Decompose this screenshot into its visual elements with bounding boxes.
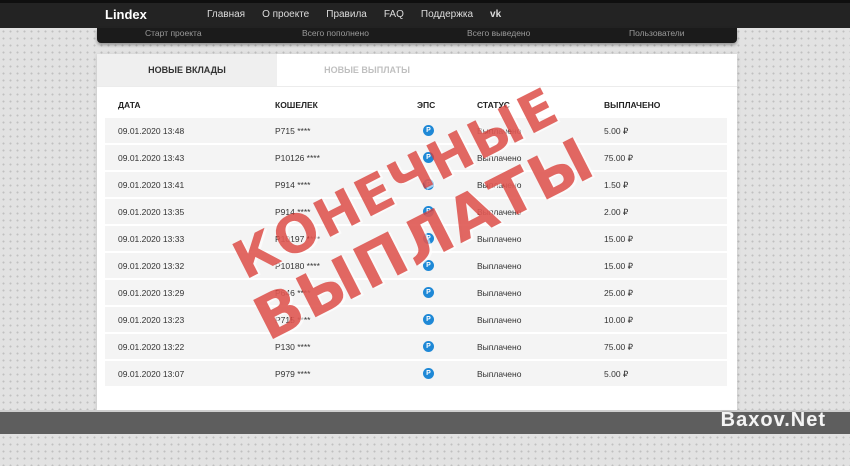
- row-date: 09.01.2020 13:29: [118, 288, 185, 298]
- table-row: 09.01.2020 13:07 P979 **** P Выплачено 5…: [105, 361, 727, 386]
- row-amount: 5.00 ₽: [604, 369, 629, 379]
- row-wallet: P10197 ****: [275, 234, 320, 244]
- row-amount: 1.50 ₽: [604, 180, 629, 190]
- tabs: НОВЫЕ ВКЛАДЫ НОВЫЕ ВЫПЛАТЫ: [97, 54, 737, 87]
- watermark: Baxov.Net: [720, 409, 826, 431]
- col-wallet: КОШЕЛЕК: [275, 100, 318, 110]
- row-wallet: P914 ****: [275, 207, 311, 217]
- stat-withdrawn-label: Всего выведено: [467, 28, 531, 38]
- nav-support[interactable]: Поддержка: [421, 9, 473, 20]
- row-date: 09.01.2020 13:35: [118, 207, 185, 217]
- table-row: 09.01.2020 13:22 P130 **** P Выплачено 7…: [105, 334, 727, 359]
- row-amount: 15.00 ₽: [604, 234, 634, 244]
- table-row: 09.01.2020 13:23 P715 **** P Выплачено 1…: [105, 307, 727, 332]
- payeer-icon: P: [423, 233, 434, 244]
- row-wallet: P979 ****: [275, 369, 311, 379]
- row-status: Выплачено: [477, 234, 522, 244]
- stat-users-label: Пользователи: [629, 28, 685, 38]
- table-row: 09.01.2020 13:48 P715 **** P Выплачено 5…: [105, 118, 727, 143]
- transactions-panel: НОВЫЕ ВКЛАДЫ НОВЫЕ ВЫПЛАТЫ ДАТА КОШЕЛЕК …: [97, 54, 737, 410]
- row-status: Выплачено: [477, 261, 522, 271]
- row-wallet: P914 ****: [275, 180, 311, 190]
- nav-home[interactable]: Главная: [207, 9, 245, 20]
- table-body: 09.01.2020 13:48 P715 **** P Выплачено 5…: [105, 118, 727, 388]
- tab-new-deposits[interactable]: НОВЫЕ ВКЛАДЫ: [97, 54, 277, 86]
- nav-rules[interactable]: Правила: [326, 9, 367, 20]
- row-status: Выплачено: [477, 342, 522, 352]
- row-amount: 75.00 ₽: [604, 153, 634, 163]
- row-date: 09.01.2020 13:43: [118, 153, 185, 163]
- row-status: Выплачено: [477, 315, 522, 325]
- row-wallet: P715 ****: [275, 315, 311, 325]
- table-row: 09.01.2020 13:41 P914 **** P Выплачено 1…: [105, 172, 727, 197]
- stat-start-label: Старт проекта: [145, 28, 202, 38]
- row-wallet: P715 ****: [275, 126, 311, 136]
- payeer-icon: P: [423, 152, 434, 163]
- row-amount: 2.00 ₽: [604, 207, 629, 217]
- row-wallet: P646 ****: [275, 288, 311, 298]
- row-status: Выплачено: [477, 207, 522, 217]
- stat-deposited-label: Всего пополнено: [302, 28, 369, 38]
- row-amount: 25.00 ₽: [604, 288, 634, 298]
- vk-icon[interactable]: vk: [490, 9, 501, 20]
- site-logo[interactable]: Lindex: [105, 7, 147, 22]
- col-status: СТАТУС: [477, 100, 510, 110]
- payeer-icon: P: [423, 206, 434, 217]
- table-row: 09.01.2020 13:33 P10197 **** P Выплачено…: [105, 226, 727, 251]
- table-row: 09.01.2020 13:32 P10180 **** P Выплачено…: [105, 253, 727, 278]
- payeer-icon: P: [423, 287, 434, 298]
- nav-faq[interactable]: FAQ: [384, 9, 404, 20]
- col-paid: ВЫПЛАЧЕНО: [604, 100, 661, 110]
- row-amount: 75.00 ₽: [604, 342, 634, 352]
- stats-bar: Старт проекта Всего пополнено Всего выве…: [97, 28, 737, 43]
- table-row: 09.01.2020 13:35 P914 **** P Выплачено 2…: [105, 199, 727, 224]
- tab-new-payouts[interactable]: НОВЫЕ ВЫПЛАТЫ: [277, 54, 457, 86]
- payeer-icon: P: [423, 260, 434, 271]
- row-date: 09.01.2020 13:32: [118, 261, 185, 271]
- row-wallet: P10180 ****: [275, 261, 320, 271]
- payeer-icon: P: [423, 179, 434, 190]
- row-amount: 5.00 ₽: [604, 126, 629, 136]
- main-nav: Главная О проекте Правила FAQ Поддержка …: [207, 9, 501, 20]
- row-status: Выплачено: [477, 153, 522, 163]
- row-date: 09.01.2020 13:41: [118, 180, 185, 190]
- row-wallet: P10126 ****: [275, 153, 320, 163]
- top-navbar: Lindex Главная О проекте Правила FAQ Под…: [0, 0, 850, 28]
- row-date: 09.01.2020 13:23: [118, 315, 185, 325]
- row-status: Выплачено: [477, 126, 522, 136]
- row-date: 09.01.2020 13:48: [118, 126, 185, 136]
- payeer-icon: P: [423, 314, 434, 325]
- nav-about[interactable]: О проекте: [262, 9, 309, 20]
- row-wallet: P130 ****: [275, 342, 311, 352]
- table-header: ДАТА КОШЕЛЕК ЭПС СТАТУС ВЫПЛАЧЕНО: [97, 98, 737, 116]
- table-row: 09.01.2020 13:29 P646 **** P Выплачено 2…: [105, 280, 727, 305]
- row-status: Выплачено: [477, 180, 522, 190]
- row-date: 09.01.2020 13:07: [118, 369, 185, 379]
- payeer-icon: P: [423, 368, 434, 379]
- col-eps: ЭПС: [417, 100, 436, 110]
- col-date: ДАТА: [118, 100, 141, 110]
- row-amount: 15.00 ₽: [604, 261, 634, 271]
- row-date: 09.01.2020 13:33: [118, 234, 185, 244]
- row-status: Выплачено: [477, 288, 522, 298]
- row-date: 09.01.2020 13:22: [118, 342, 185, 352]
- row-status: Выплачено: [477, 369, 522, 379]
- payeer-icon: P: [423, 341, 434, 352]
- table-row: 09.01.2020 13:43 P10126 **** P Выплачено…: [105, 145, 727, 170]
- payeer-icon: P: [423, 125, 434, 136]
- row-amount: 10.00 ₽: [604, 315, 634, 325]
